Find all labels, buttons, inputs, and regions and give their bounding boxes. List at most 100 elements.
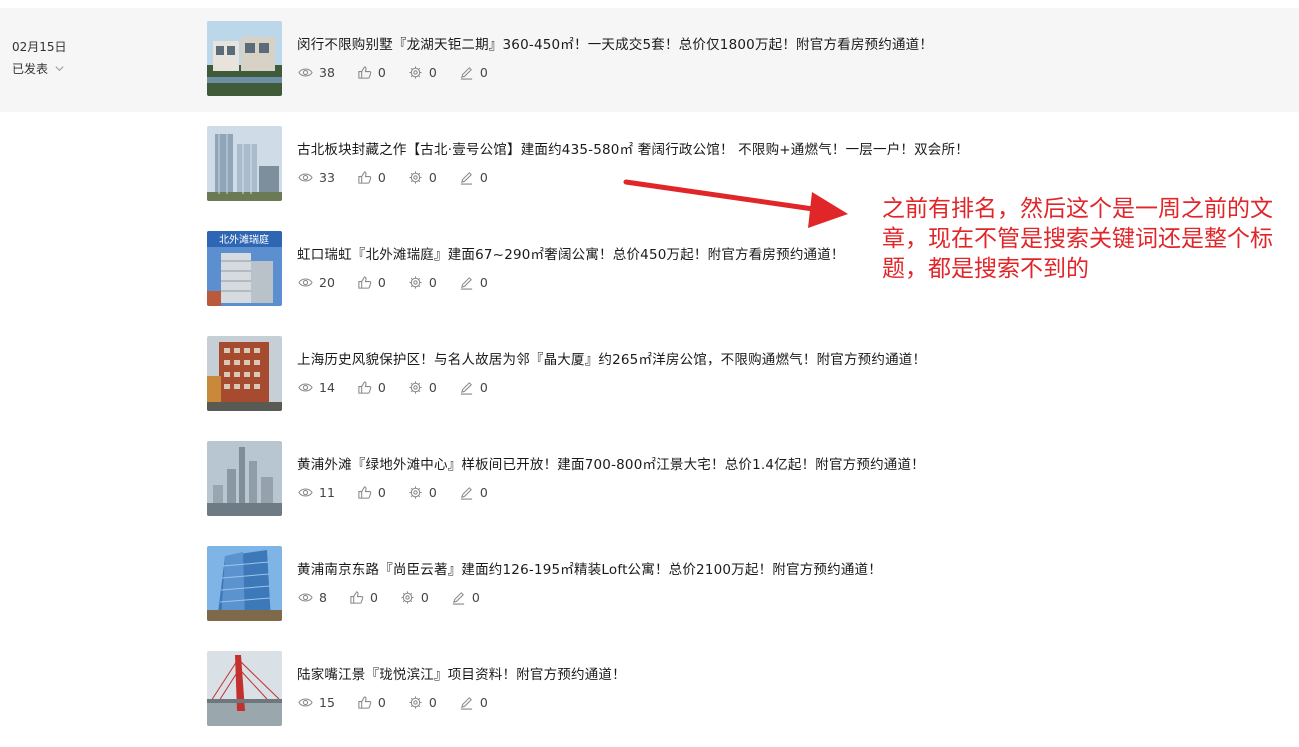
views-count: 15	[319, 695, 335, 710]
article-item: 上海历史风貌保护区！与名人故居为邻『晶大厦』约265㎡洋房公馆，不限购通燃气！附…	[207, 336, 1267, 412]
thumbs-up-icon	[350, 591, 364, 604]
edits-count: 0	[479, 170, 488, 185]
chevron-down-icon	[55, 66, 64, 72]
thumbs-up-icon	[358, 696, 372, 709]
edits-stat: 0	[459, 170, 488, 185]
article-stats: 14 0 0 0	[298, 380, 510, 395]
article-title[interactable]: 上海历史风貌保护区！与名人故居为邻『晶大厦』约265㎡洋房公馆，不限购通燃气！附…	[297, 348, 926, 368]
likes-count: 0	[377, 695, 386, 710]
shares-stat: 0	[408, 170, 437, 185]
shares-count: 0	[428, 170, 437, 185]
article-thumbnail[interactable]	[207, 336, 282, 411]
thumbs-up-icon	[358, 381, 372, 394]
thumbs-up-icon	[358, 276, 372, 289]
views-count: 8	[319, 590, 327, 605]
edits-count: 0	[471, 590, 480, 605]
edits-count: 0	[479, 695, 488, 710]
pencil-icon	[460, 382, 472, 395]
article-stats: 11 0 0 0	[298, 485, 510, 500]
views-count: 14	[319, 380, 335, 395]
thumbs-up-icon	[358, 486, 372, 499]
likes-stat: 0	[357, 275, 386, 290]
edits-stat: 0	[459, 380, 488, 395]
annotation-arrow	[623, 179, 848, 228]
eye-icon	[298, 173, 313, 182]
gear-icon	[409, 66, 422, 79]
pencil-icon	[460, 172, 472, 185]
views-stat: 38	[298, 65, 335, 80]
thumbs-up-icon	[358, 171, 372, 184]
annotation-note: 之前有排名，然后这个是一周之前的文章，现在不管是搜索关键词还是整个标题，都是搜索…	[882, 196, 1273, 282]
thumbnail-caption: 北外滩瑞庭	[219, 233, 269, 246]
gear-icon	[409, 171, 422, 184]
likes-count: 0	[377, 380, 386, 395]
article-thumbnail[interactable]	[207, 651, 282, 726]
article-title[interactable]: 古北板块封藏之作【古北·壹号公馆】建面约435-580㎡ 奢阔行政公馆！ 不限购…	[297, 138, 969, 158]
status-dropdown[interactable]: 已发表	[12, 60, 67, 77]
article-title[interactable]: 黄浦外滩『绿地外滩中心』样板间已开放！建面700-800㎡江景大宅！总价1.4亿…	[297, 453, 925, 473]
article-thumbnail[interactable]	[207, 126, 282, 201]
shares-count: 0	[428, 275, 437, 290]
article-thumbnail[interactable]	[207, 546, 282, 621]
article-stats: 15 0 0 0	[298, 695, 510, 710]
edits-count: 0	[479, 65, 488, 80]
likes-count: 0	[377, 275, 386, 290]
article-thumbnail[interactable]	[207, 21, 282, 96]
eye-icon	[298, 68, 313, 77]
shares-count: 0	[428, 695, 437, 710]
likes-stat: 0	[357, 380, 386, 395]
article-thumbnail[interactable]: 北外滩瑞庭	[207, 231, 282, 306]
eye-icon	[298, 698, 313, 707]
gear-icon	[409, 381, 422, 394]
likes-stat: 0	[349, 590, 378, 605]
edits-stat: 0	[459, 695, 488, 710]
pencil-icon	[460, 697, 472, 710]
article-title[interactable]: 黄浦南京东路『尚臣云著』建面约126-195㎡精装Loft公寓！总价2100万起…	[297, 558, 882, 578]
article-item: 闵行不限购别墅『龙湖天钜二期』360-450㎡！一天成交5套！总价仅1800万起…	[207, 21, 1267, 97]
eye-icon	[298, 488, 313, 497]
gear-icon	[401, 591, 414, 604]
likes-count: 0	[377, 485, 386, 500]
article-item: 陆家嘴江景『珑悦滨江』项目资料！附官方预约通道！ 15 0 0 0	[207, 651, 1267, 727]
publish-date: 02月15日	[12, 40, 67, 54]
shares-stat: 0	[408, 380, 437, 395]
article-stats: 38 0 0 0	[298, 65, 510, 80]
article-item: 黄浦外滩『绿地外滩中心』样板间已开放！建面700-800㎡江景大宅！总价1.4亿…	[207, 441, 1267, 517]
shares-count: 0	[420, 590, 429, 605]
status-label: 已发表	[12, 62, 49, 76]
gear-icon	[409, 696, 422, 709]
views-stat: 11	[298, 485, 335, 500]
views-stat: 8	[298, 590, 327, 605]
article-thumbnail[interactable]	[207, 441, 282, 516]
shares-stat: 0	[408, 695, 437, 710]
eye-icon	[298, 383, 313, 392]
gear-icon	[409, 486, 422, 499]
views-count: 11	[319, 485, 335, 500]
edits-stat: 0	[459, 275, 488, 290]
edits-count: 0	[479, 380, 488, 395]
article-title[interactable]: 虹口瑞虹『北外滩瑞庭』建面67~290㎡奢阔公寓！总价450万起！附官方看房预约…	[297, 243, 845, 263]
article-title[interactable]: 陆家嘴江景『珑悦滨江』项目资料！附官方预约通道！	[297, 663, 626, 683]
views-count: 38	[319, 65, 335, 80]
pencil-icon	[452, 592, 464, 605]
views-stat: 33	[298, 170, 335, 185]
eye-icon	[298, 278, 313, 287]
shares-stat: 0	[408, 275, 437, 290]
pencil-icon	[460, 277, 472, 290]
thumbs-up-icon	[358, 66, 372, 79]
likes-stat: 0	[357, 485, 386, 500]
shares-stat: 0	[400, 590, 429, 605]
edits-stat: 0	[459, 65, 488, 80]
article-stats: 20 0 0 0	[298, 275, 510, 290]
article-item: 黄浦南京东路『尚臣云著』建面约126-195㎡精装Loft公寓！总价2100万起…	[207, 546, 1267, 622]
article-title[interactable]: 闵行不限购别墅『龙湖天钜二期』360-450㎡！一天成交5套！总价仅1800万起…	[297, 33, 933, 53]
likes-stat: 0	[357, 695, 386, 710]
views-count: 20	[319, 275, 335, 290]
date-column: 02月15日 已发表	[12, 38, 67, 77]
likes-stat: 0	[357, 170, 386, 185]
eye-icon	[298, 593, 313, 602]
edits-count: 0	[479, 275, 488, 290]
views-stat: 20	[298, 275, 335, 290]
pencil-icon	[460, 487, 472, 500]
likes-count: 0	[369, 590, 378, 605]
